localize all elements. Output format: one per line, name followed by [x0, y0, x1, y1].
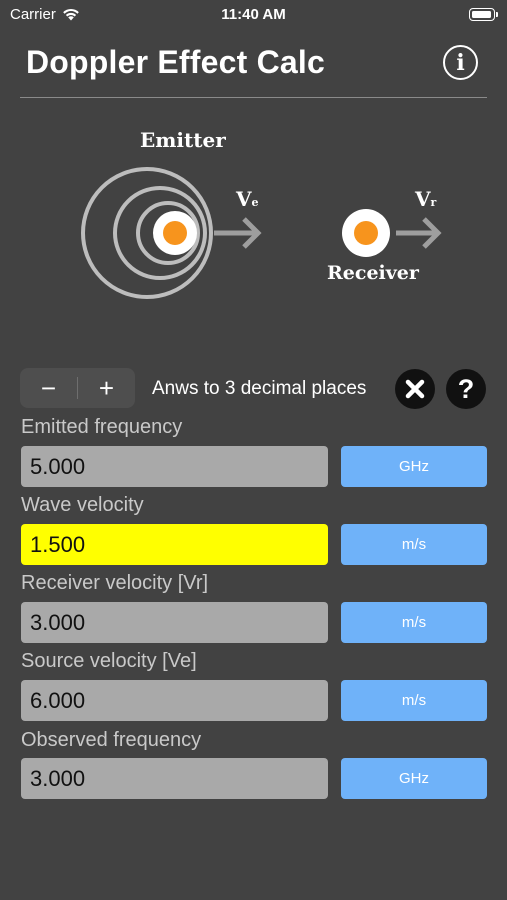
receiver-dot [354, 221, 378, 245]
emitted-frequency-label: Emitted frequency [21, 416, 183, 438]
wave-velocity-unit-button[interactable]: m/s [341, 524, 487, 565]
source-velocity-unit-button[interactable]: m/s [341, 680, 487, 721]
ve-subscript: e [251, 196, 259, 209]
battery-icon [469, 8, 498, 21]
emitter-dot [163, 221, 187, 245]
clear-button[interactable] [395, 369, 435, 409]
source-velocity-label: Source velocity [Ve] [21, 650, 197, 672]
receiver-arrow-icon [396, 217, 442, 249]
decimal-stepper[interactable]: − + [20, 368, 135, 408]
ve-symbol: V [236, 187, 252, 211]
doppler-diagram: Emitter Ve Vr Receiver [0, 110, 507, 350]
receiver-velocity-label: Receiver velocity [Vr] [21, 572, 209, 594]
emitted-frequency-field[interactable]: 5.000 [21, 446, 328, 487]
ve-label: Ve [236, 187, 259, 211]
page-title: Doppler Effect Calc [26, 44, 325, 80]
vr-symbol: V [415, 187, 431, 211]
header-divider [20, 97, 487, 98]
wave-velocity-field[interactable]: 1.500 [21, 524, 328, 565]
receiver-velocity-unit-button[interactable]: m/s [341, 602, 487, 643]
wave-velocity-label: Wave velocity [21, 494, 144, 516]
decrement-button[interactable]: − [20, 368, 77, 408]
source-velocity-field[interactable]: 6.000 [21, 680, 328, 721]
increment-button[interactable]: + [78, 368, 135, 408]
status-time: 11:40 AM [221, 6, 286, 23]
vr-subscript: r [430, 196, 437, 209]
emitted-frequency-unit-button[interactable]: GHz [341, 446, 487, 487]
emitter-arrow-icon [214, 217, 262, 249]
help-button[interactable]: ? [446, 369, 486, 409]
observed-frequency-field[interactable]: 3.000 [21, 758, 328, 799]
close-icon [405, 379, 425, 399]
observed-frequency-label: Observed frequency [21, 729, 202, 751]
diagram-graphic [81, 167, 442, 299]
vr-label: Vr [415, 187, 436, 211]
decimal-places-label: Anws to 3 decimal places [152, 378, 367, 399]
observed-frequency-unit-button[interactable]: GHz [341, 758, 487, 799]
status-bar: Carrier 11:40 AM [0, 0, 507, 30]
info-icon: i [456, 49, 465, 76]
emitter-label: Emitter [140, 128, 226, 152]
question-icon: ? [457, 373, 475, 404]
receiver-velocity-field[interactable]: 3.000 [21, 602, 328, 643]
info-button[interactable]: i [443, 45, 478, 80]
receiver-label: Receiver [327, 262, 419, 284]
